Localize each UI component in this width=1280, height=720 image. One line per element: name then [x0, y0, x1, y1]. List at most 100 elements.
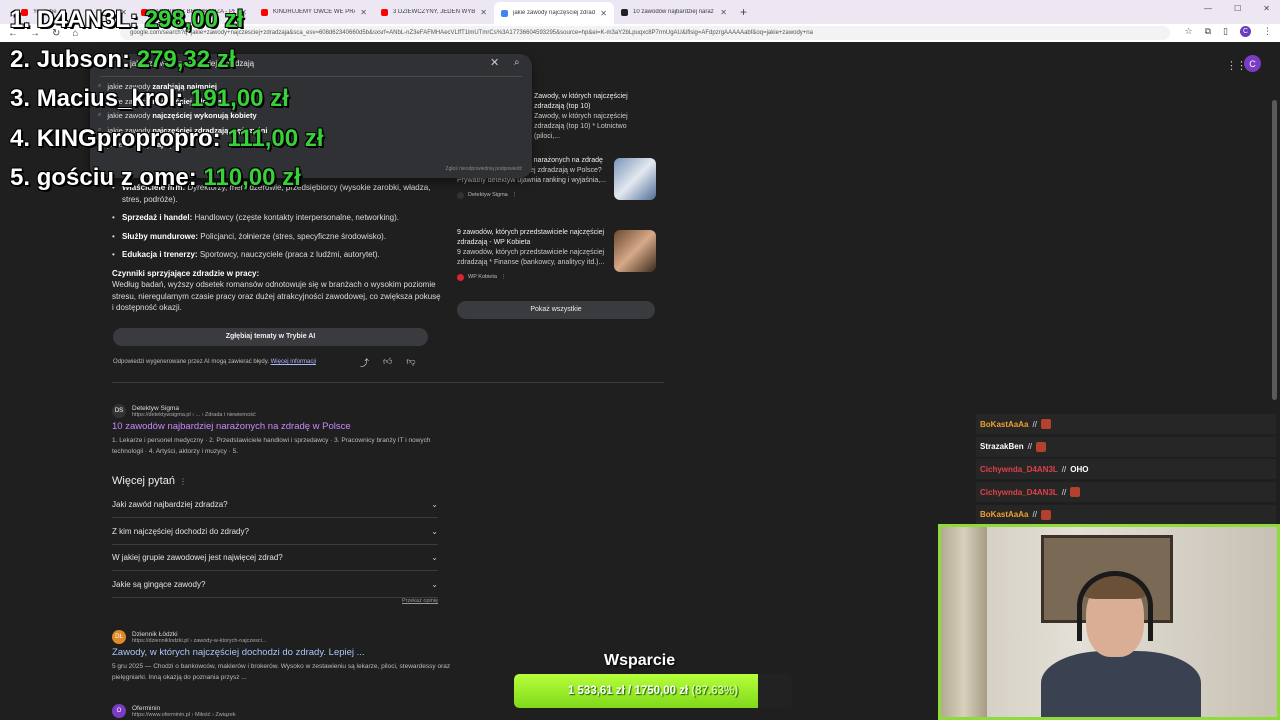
- tab-close-icon[interactable]: ✕: [600, 9, 607, 18]
- chat-username: Cichywnda_D4AN3L: [980, 487, 1058, 497]
- browser-tab[interactable]: 3 DZIEWCZYNY, JEDEN WYBÓ ✕: [374, 2, 494, 22]
- paa-question[interactable]: Jakie są gingące zawody? ⌄: [112, 572, 438, 598]
- sub-badge-icon: //: [1032, 419, 1037, 429]
- chat-username: StrazakBen: [980, 442, 1024, 452]
- donation-goal: 1750,00 zł: [634, 685, 689, 697]
- source-card[interactable]: 9 zawodów, których przedstawiciele najcz…: [457, 228, 607, 282]
- leaderboard-rank: 1.: [10, 6, 31, 33]
- leaderboard-name: gościu z ome:: [36, 164, 197, 191]
- feedback-link[interactable]: Przekaż opinię: [402, 598, 438, 604]
- paa-question[interactable]: W jakiej grupie zawodowej jest najwięcej…: [112, 545, 438, 571]
- tab-close-icon[interactable]: ✕: [360, 8, 367, 17]
- chevron-down-icon: ⌄: [431, 553, 438, 562]
- item-text: Policjanci, żołnierze (stres, specyficzn…: [198, 231, 387, 241]
- site-info: Detektyw Sigma https://detektywsigma.pl ›…: [132, 405, 256, 418]
- site-favicon-icon: O: [112, 704, 126, 718]
- toolbar-right: ☆ ⧉ ▯ C ⋮: [1185, 26, 1272, 37]
- item-text: Sportowcy, nauczyciele (praca z ludźmi, …: [197, 250, 380, 259]
- share-icon[interactable]: ⤴: [360, 356, 369, 369]
- report-suggestion-link[interactable]: Zgłoś nieodpowiednią podpowiedź: [446, 166, 522, 172]
- paa-question[interactable]: Jaki zawód najbardziej zdradza? ⌄: [112, 492, 438, 518]
- leaderboard-rank: 3.: [10, 85, 31, 112]
- leaderboard-rank: 4.: [10, 124, 31, 152]
- sub-badge-icon: //: [1061, 487, 1067, 497]
- leaderboard-row: 3. Macius_krol: 191,00 zł: [10, 85, 289, 113]
- donation-goal-text: 1 533,61 zł / 1750,00 zł (87.63%): [514, 674, 792, 708]
- paa-question-text: W jakiej grupie zawodowej jest najwięcej…: [112, 553, 283, 562]
- ai-overview-list: Właściciele firm: Dyrektorzy, menedżerow…: [112, 182, 442, 261]
- more-options-icon[interactable]: ⋮: [179, 477, 187, 486]
- more-options-icon[interactable]: ⋮: [512, 190, 518, 200]
- url-field[interactable]: google.com/search?q=jakie+zawody+najczes…: [120, 26, 1170, 40]
- tab-title: KINDRUJEMY OWCE WE PRAW: [273, 9, 356, 15]
- leaderboard-row: 1. D4AN3L: 298,00 zł: [10, 6, 243, 34]
- result-site: DŁ Dziennik Łódzki https://dzienniklodzki.…: [112, 630, 452, 644]
- more-info-link[interactable]: Więcej informacji: [271, 359, 316, 365]
- tab-favicon-icon: [501, 9, 508, 17]
- tab-close-icon[interactable]: ✕: [720, 8, 727, 17]
- thumbs-down-icon[interactable]: 👎︎: [406, 356, 415, 369]
- emote-icon: [1040, 419, 1051, 429]
- chevron-down-icon: ⌄: [431, 526, 438, 536]
- maximize-icon[interactable]: ☐: [1234, 4, 1241, 13]
- thumbs-up-icon[interactable]: 👍︎: [383, 356, 392, 369]
- result-title-link[interactable]: Zawody, w których najczęściej dochodzi d…: [112, 647, 452, 658]
- people-also-ask-title: Więcej pytań ⋮: [112, 475, 187, 487]
- leaderboard-name: D4AN3L:: [36, 6, 139, 33]
- ai-mode-button[interactable]: Zgłębiaj tematy w Trybie AI: [113, 328, 428, 346]
- search-icon: ⌕: [98, 112, 102, 118]
- site-favicon-icon: DS: [112, 404, 126, 418]
- emote-icon: [1070, 487, 1081, 498]
- result-title-link[interactable]: 10 zawodów najbardziej narażonych na zdr…: [112, 421, 452, 432]
- browser-tab[interactable]: KINDRUJEMY OWCE WE PRAW ✕: [254, 2, 374, 22]
- ai-overview-item: Sprzedaż i handel: Handlowcy (częste kon…: [112, 212, 442, 224]
- menu-dots-icon[interactable]: ⋮: [1263, 26, 1272, 37]
- ai-overview-item: Edukacja i trenerzy: Sportowcy, nauczyci…: [112, 249, 442, 261]
- source-title: Zawody, w których najczęściej zdradzają …: [534, 93, 628, 110]
- search-result: O Oferminin https://www.oferminin.pl › Mił…: [112, 704, 452, 718]
- bookmark-star-icon[interactable]: ☆: [1185, 26, 1193, 37]
- show-all-button[interactable]: Pokaż wszystkie: [457, 301, 655, 319]
- browser-tab[interactable]: 10 zawodów najbardziej naraż ✕: [614, 2, 734, 22]
- sub-badge-icon: //: [1061, 464, 1067, 474]
- paa-question[interactable]: Z kim najczęściej dochodzi do zdrady? ⌄: [112, 519, 438, 545]
- source-thumbnail-2[interactable]: [614, 158, 656, 200]
- leaderboard-row: 5. gościu z ome: 110,00 zł: [10, 164, 301, 192]
- extensions-icon[interactable]: ⧉: [1205, 26, 1211, 37]
- source-name: WP Kobieta: [468, 274, 497, 280]
- browser-tab[interactable]: jakie zawody najczęściej zdradz ✕: [494, 2, 614, 24]
- searchbox-divider: [100, 76, 522, 77]
- more-options-icon[interactable]: ⋮: [501, 272, 507, 282]
- paa-title-text: Więcej pytań: [112, 475, 175, 487]
- chat-username: BoKastAaAa: [980, 510, 1029, 520]
- clear-icon[interactable]: ✕: [490, 56, 499, 69]
- minimize-icon[interactable]: —: [1204, 4, 1212, 13]
- chat-message: Cichywnda_D4AN3L//: [976, 482, 1276, 503]
- site-url: https://dzienniklodzki.pl › zawody-w-kto…: [132, 637, 267, 644]
- webcam-curtain: [941, 527, 987, 717]
- tab-close-icon[interactable]: ✕: [480, 8, 487, 17]
- source-name: Detektyw Sigma: [468, 192, 508, 198]
- chevron-down-icon: ⌄: [431, 579, 438, 589]
- sidepanel-icon[interactable]: ▯: [1223, 26, 1228, 37]
- leaderboard-name: Macius_krol:: [36, 85, 184, 112]
- ai-overview-item: Służby mundurowe: Policjanci, żołnierze …: [112, 231, 442, 243]
- factors-heading: Czynniki sprzyjające zdradzie w pracy:: [112, 268, 260, 278]
- site-name: Dziennik Łódzki: [132, 630, 178, 638]
- sub-badge-icon: //: [1032, 510, 1037, 520]
- close-window-icon[interactable]: ✕: [1263, 4, 1270, 13]
- new-tab-icon[interactable]: +: [740, 5, 747, 19]
- paa-question-text: Jaki zawód najbardziej zdradza?: [112, 500, 228, 509]
- source-thumbnail-3[interactable]: [614, 230, 656, 272]
- profile-avatar[interactable]: C: [1240, 26, 1251, 37]
- google-account-avatar[interactable]: C: [1244, 55, 1261, 72]
- site-info: Dziennik Łódzki https://dzienniklodzki.pl…: [132, 631, 267, 644]
- site-favicon-icon: [457, 273, 464, 281]
- source-card[interactable]: Zawody, w których najczęściej zdradzają …: [534, 92, 654, 142]
- scrollbar[interactable]: [1272, 100, 1277, 400]
- search-result: DS Detektyw Sigma https://detektywsigma.pl…: [112, 404, 452, 457]
- search-icon[interactable]: ⌕: [514, 57, 520, 68]
- sub-badge-icon: //: [1027, 442, 1033, 452]
- leaderboard-rank: 2.: [10, 45, 31, 73]
- leaderboard-row: 2. Jubson: 279,32 zł: [10, 46, 235, 74]
